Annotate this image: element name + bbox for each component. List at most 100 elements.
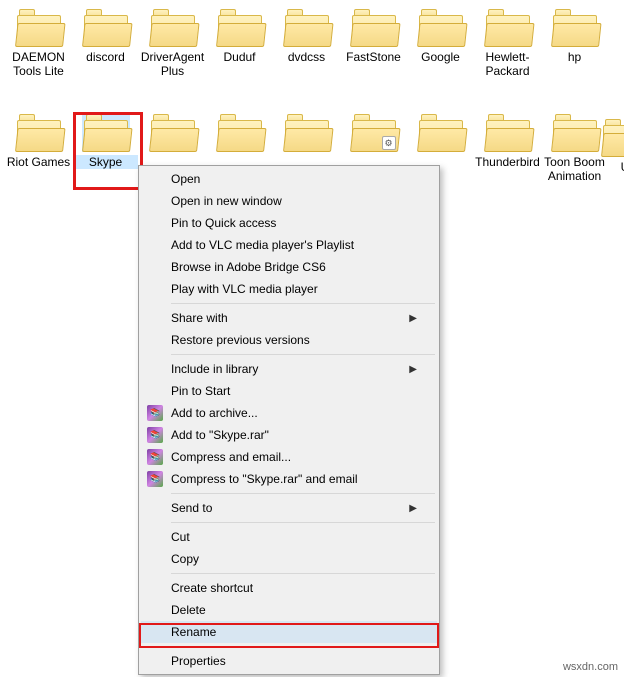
- menu-compress-email[interactable]: 📚 Compress and email...: [141, 446, 437, 468]
- menu-separator: [171, 646, 435, 647]
- menu-create-shortcut[interactable]: Create shortcut: [141, 577, 437, 599]
- folder-label: Thunderbird: [475, 155, 540, 169]
- menu-label: Open: [171, 172, 200, 186]
- folder-icon: [283, 7, 331, 47]
- menu-label: Create shortcut: [171, 581, 253, 595]
- folder-icon: [216, 7, 264, 47]
- menu-open[interactable]: Open: [141, 168, 437, 190]
- menu-label: Include in library: [171, 362, 258, 376]
- menu-compress-skype-email[interactable]: 📚 Compress to "Skype.rar" and email: [141, 468, 437, 490]
- menu-label: Browse in Adobe Bridge CS6: [171, 260, 326, 274]
- folder-hp[interactable]: hp: [541, 5, 608, 100]
- folder-label: Skype: [73, 155, 138, 169]
- menu-separator: [171, 354, 435, 355]
- submenu-arrow-icon: ▶: [409, 313, 417, 324]
- folder-icon: [551, 7, 599, 47]
- winrar-icon: 📚: [147, 405, 163, 421]
- menu-separator: [171, 522, 435, 523]
- menu-pin-start[interactable]: Pin to Start: [141, 380, 437, 402]
- menu-add-vlc-playlist[interactable]: Add to VLC media player's Playlist: [141, 234, 437, 256]
- folder-icon: [82, 112, 130, 152]
- folder-riot-games[interactable]: Riot Games: [5, 110, 72, 205]
- menu-cut[interactable]: Cut: [141, 526, 437, 548]
- folder-icon: ⚙: [350, 112, 398, 152]
- folder-hewlett-packard[interactable]: Hewlett-Packard: [474, 5, 541, 100]
- menu-separator: [171, 573, 435, 574]
- menu-add-archive[interactable]: 📚 Add to archive...: [141, 402, 437, 424]
- menu-restore-previous[interactable]: Restore previous versions: [141, 329, 437, 351]
- menu-rename[interactable]: Rename: [141, 621, 437, 643]
- winrar-icon: 📚: [147, 449, 163, 465]
- menu-include-library[interactable]: Include in library ▶: [141, 358, 437, 380]
- menu-label: Pin to Quick access: [171, 216, 276, 230]
- menu-label: Add to VLC media player's Playlist: [171, 238, 354, 252]
- menu-label: Share with: [171, 311, 228, 325]
- menu-label: Rename: [171, 625, 216, 639]
- folder-icon: [82, 7, 130, 47]
- menu-browse-bridge[interactable]: Browse in Adobe Bridge CS6: [141, 256, 437, 278]
- folder-icon: [484, 112, 532, 152]
- menu-properties[interactable]: Properties: [141, 650, 437, 672]
- folder-label: Google: [408, 50, 473, 64]
- folder-label: hp: [542, 50, 607, 64]
- menu-label: Compress to "Skype.rar" and email: [171, 472, 358, 486]
- folder-label: Riot Games: [6, 155, 71, 169]
- folder-label: dvdcss: [274, 50, 339, 64]
- menu-label: Add to archive...: [171, 406, 258, 420]
- folder-icon: [283, 112, 331, 152]
- folder-icon: [216, 112, 264, 152]
- folder-toon-boom[interactable]: Toon Boom Animation: [541, 110, 608, 205]
- menu-copy[interactable]: Copy: [141, 548, 437, 570]
- folder-google[interactable]: Google: [407, 5, 474, 100]
- menu-label: Cut: [171, 530, 190, 544]
- menu-label: Compress and email...: [171, 450, 291, 464]
- menu-label: Properties: [171, 654, 226, 668]
- folder-label: DriverAgentPlus: [140, 50, 205, 78]
- menu-label: Delete: [171, 603, 206, 617]
- attribution-text: wsxdn.com: [563, 661, 618, 673]
- folder-label: DAEMON Tools Lite: [6, 50, 71, 78]
- folder-driveragentplus[interactable]: DriverAgentPlus: [139, 5, 206, 100]
- winrar-icon: 📚: [147, 427, 163, 443]
- menu-pin-quick-access[interactable]: Pin to Quick access: [141, 212, 437, 234]
- menu-label: Send to: [171, 501, 212, 515]
- menu-share-with[interactable]: Share with ▶: [141, 307, 437, 329]
- menu-label: Pin to Start: [171, 384, 230, 398]
- folder-icon: [601, 117, 624, 157]
- folder-icon: [350, 7, 398, 47]
- folder-icon: [15, 112, 63, 152]
- winrar-icon: 📚: [147, 471, 163, 487]
- folder-daemon-tools[interactable]: DAEMON Tools Lite: [5, 5, 72, 100]
- folder-icon: [417, 112, 465, 152]
- menu-label: Open in new window: [171, 194, 282, 208]
- folder-faststone[interactable]: FastStone: [340, 5, 407, 100]
- folder-thunderbird[interactable]: Thunderbird: [474, 110, 541, 205]
- folder-icon: [551, 112, 599, 152]
- folder-duduf[interactable]: Duduf: [206, 5, 273, 100]
- folder-label: U: [593, 160, 624, 174]
- menu-add-skype-rar[interactable]: 📚 Add to "Skype.rar": [141, 424, 437, 446]
- folder-icon: [149, 112, 197, 152]
- folder-partial-right[interactable]: U: [610, 115, 624, 210]
- menu-label: Restore previous versions: [171, 333, 310, 347]
- menu-send-to[interactable]: Send to ▶: [141, 497, 437, 519]
- menu-play-vlc[interactable]: Play with VLC media player: [141, 278, 437, 300]
- folder-label: discord: [73, 50, 138, 64]
- menu-open-new-window[interactable]: Open in new window: [141, 190, 437, 212]
- menu-label: Copy: [171, 552, 199, 566]
- menu-label: Add to "Skype.rar": [171, 428, 269, 442]
- folder-dvdcss[interactable]: dvdcss: [273, 5, 340, 100]
- submenu-arrow-icon: ▶: [409, 364, 417, 375]
- folder-skype[interactable]: Skype: [72, 110, 139, 205]
- folder-discord[interactable]: discord: [72, 5, 139, 100]
- folder-icon: [149, 7, 197, 47]
- desktop-area: DAEMON Tools Lite discord DriverAgentPlu…: [0, 0, 624, 677]
- submenu-arrow-icon: ▶: [409, 503, 417, 514]
- folder-label: Duduf: [207, 50, 272, 64]
- menu-separator: [171, 303, 435, 304]
- menu-delete[interactable]: Delete: [141, 599, 437, 621]
- gear-icon: ⚙: [382, 136, 396, 150]
- folder-label: Hewlett-Packard: [475, 50, 540, 78]
- folder-icon: [417, 7, 465, 47]
- menu-label: Play with VLC media player: [171, 282, 318, 296]
